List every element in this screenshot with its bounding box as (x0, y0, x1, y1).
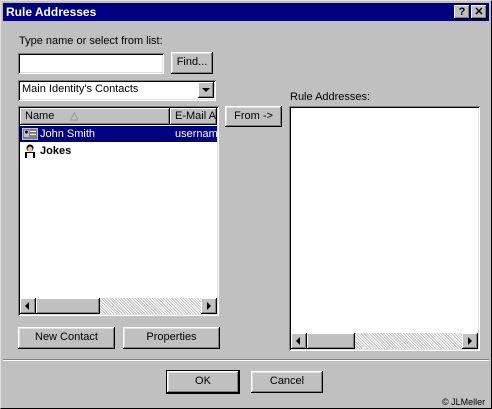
contact-name: John Smith (40, 128, 96, 140)
watermark: © JLMeller (442, 397, 486, 407)
contact-email: usernam (175, 128, 217, 140)
group-icon (22, 144, 38, 163)
arrow-right-icon (468, 337, 472, 345)
scroll-left-button[interactable] (291, 333, 307, 349)
chevron-down-icon (202, 88, 210, 92)
search-label: Type name or select from list: (19, 35, 163, 47)
column-header-name[interactable]: Name △ (20, 108, 170, 125)
list-item[interactable]: John Smith usernam (20, 126, 217, 142)
rule-addresses-dialog: Rule Addresses ? ✕ Type name or select f… (0, 0, 492, 409)
sort-ascending-icon: △ (70, 110, 79, 122)
close-button[interactable]: ✕ (471, 5, 487, 19)
properties-button[interactable]: Properties (123, 327, 220, 349)
rule-addresses-label: Rule Addresses: (290, 91, 371, 103)
from-button[interactable]: From -> (225, 106, 282, 127)
dropdown-arrow-button[interactable] (198, 82, 214, 98)
arrow-right-icon (207, 302, 211, 310)
scroll-right-button[interactable] (201, 298, 217, 314)
contacts-horizontal-scrollbar[interactable] (20, 298, 217, 314)
source-dropdown-value: Main Identity's Contacts (22, 83, 139, 95)
new-contact-button[interactable]: New Contact (18, 327, 115, 349)
find-button[interactable]: Find... (171, 52, 213, 74)
title-bar: Rule Addresses ? ✕ (3, 3, 489, 21)
scroll-thumb[interactable] (36, 298, 100, 314)
arrow-left-icon (296, 337, 300, 345)
cancel-button[interactable]: Cancel (251, 371, 323, 393)
dialog-title: Rule Addresses (6, 5, 97, 19)
column-header-email-label: E-Mail A (175, 110, 216, 122)
list-item[interactable]: Jokes (20, 143, 217, 159)
rule-addresses-list[interactable] (289, 106, 480, 351)
column-header-name-label: Name (25, 110, 55, 122)
contact-name: Jokes (40, 145, 72, 157)
help-button[interactable]: ? (454, 5, 470, 19)
contacts-list[interactable]: Name △ E-Mail A John Smith usernam Jokes (18, 106, 219, 316)
scroll-right-button[interactable] (462, 333, 478, 349)
rule-addresses-horizontal-scrollbar[interactable] (291, 333, 478, 349)
ok-button[interactable]: OK (166, 370, 240, 394)
scroll-left-button[interactable] (20, 298, 36, 314)
column-header-email[interactable]: E-Mail A (170, 108, 217, 125)
arrow-left-icon (25, 302, 29, 310)
source-dropdown[interactable]: Main Identity's Contacts (18, 80, 216, 101)
separator (3, 359, 489, 361)
search-input[interactable] (18, 53, 164, 74)
scroll-thumb[interactable] (307, 333, 355, 349)
